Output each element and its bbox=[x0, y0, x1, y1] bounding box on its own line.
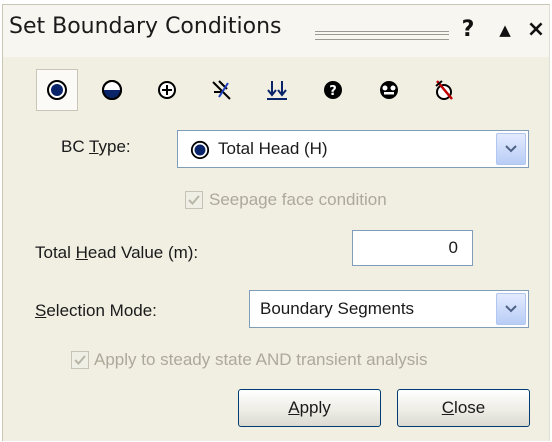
apply-transient-checkbox[interactable] bbox=[71, 351, 89, 369]
total-head-value-input[interactable]: 0 bbox=[352, 230, 473, 266]
flux-button[interactable] bbox=[146, 69, 188, 111]
collapse-button[interactable]: ▲ bbox=[495, 15, 515, 45]
infiltration-icon bbox=[212, 80, 231, 100]
infiltration-button[interactable] bbox=[201, 69, 243, 111]
help-button[interactable]: ? bbox=[457, 15, 479, 45]
chevron-down-icon[interactable] bbox=[496, 133, 526, 165]
chevron-down-icon[interactable] bbox=[496, 293, 526, 325]
flux-icon bbox=[158, 81, 176, 99]
unit-flux-icon bbox=[267, 81, 287, 100]
total-head-button[interactable] bbox=[36, 69, 78, 111]
total-head-value-label: Total Head Value (m): bbox=[35, 243, 199, 262]
pressure-head-icon bbox=[102, 80, 122, 100]
unknown-button[interactable]: ? bbox=[312, 69, 354, 111]
total-head-icon bbox=[47, 80, 67, 100]
svg-text:?: ? bbox=[329, 84, 337, 99]
seepage-face-label: Seepage face condition bbox=[209, 190, 387, 209]
apply-button[interactable]: Apply bbox=[238, 389, 381, 427]
close-button[interactable]: Close bbox=[397, 389, 530, 427]
apply-transient-label: Apply to steady state AND transient anal… bbox=[94, 350, 428, 369]
seepage-face-checkbox[interactable] bbox=[185, 191, 203, 209]
remove-bc-button[interactable] bbox=[423, 69, 465, 111]
bc-type-dropdown[interactable]: Total Head (H) bbox=[177, 130, 529, 168]
drag-grip[interactable] bbox=[315, 31, 449, 40]
pressure-head-button[interactable] bbox=[91, 69, 133, 111]
title-bar[interactable]: Set Boundary Conditions ? ▲ × bbox=[3, 5, 549, 57]
remove-bc-icon bbox=[435, 80, 453, 100]
total-head-icon bbox=[190, 140, 210, 160]
bc-type-value: Total Head (H) bbox=[218, 139, 328, 158]
unit-flux-button[interactable] bbox=[256, 69, 298, 111]
bc-type-label: BC Type: bbox=[61, 137, 131, 156]
selection-mode-label: Selection Mode: bbox=[35, 301, 157, 320]
seepage-icon bbox=[380, 81, 398, 99]
set-boundary-conditions-panel: Set Boundary Conditions ? ▲ × ? BC Type:… bbox=[2, 4, 550, 441]
selection-mode-dropdown[interactable]: Boundary Segments bbox=[249, 290, 529, 328]
seepage-button[interactable] bbox=[368, 69, 410, 111]
bc-type-toolbar: ? bbox=[3, 67, 549, 113]
panel-title: Set Boundary Conditions bbox=[9, 14, 282, 39]
selection-mode-value: Boundary Segments bbox=[260, 299, 415, 318]
unknown-icon: ? bbox=[324, 81, 342, 99]
checkmark-icon bbox=[188, 195, 200, 205]
close-panel-button[interactable]: × bbox=[525, 15, 547, 45]
checkmark-icon bbox=[74, 355, 86, 365]
